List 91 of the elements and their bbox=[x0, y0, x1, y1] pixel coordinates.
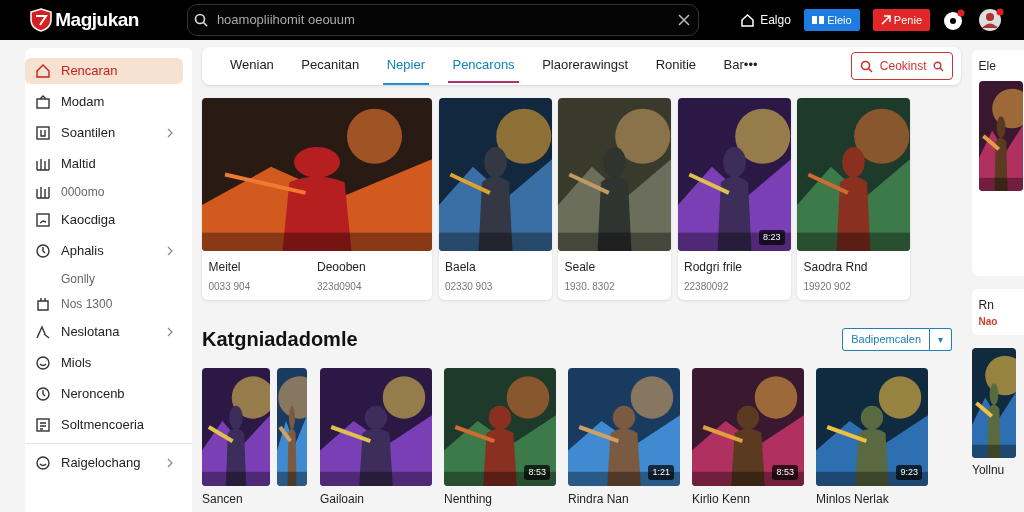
game-title: Baela bbox=[445, 258, 477, 276]
game-tile[interactable]: 1:21 Rindra Nan bbox=[568, 368, 680, 508]
sidebar-item[interactable]: Soantilen bbox=[25, 120, 183, 146]
clock-icon bbox=[35, 386, 51, 402]
game-tile[interactable]: 9:23 Minlos Nerlak bbox=[816, 368, 928, 508]
game-meta: 323d0904 bbox=[317, 279, 363, 294]
sidebar-item[interactable]: Neroncenb bbox=[25, 381, 183, 407]
game-title: Kirlio Kenn bbox=[692, 490, 752, 508]
sidebar-item[interactable]: Modam bbox=[25, 89, 183, 115]
sidebar-item[interactable]: Maltid bbox=[25, 151, 183, 177]
panel-title: Ele bbox=[978, 57, 997, 75]
sidebar-item[interactable]: Neslotana bbox=[25, 319, 183, 345]
tab[interactable]: Bar••• bbox=[719, 47, 762, 85]
game-card[interactable]: Saodra Rnd 19920 902 bbox=[797, 98, 910, 301]
search-icon bbox=[194, 13, 209, 27]
home-icon bbox=[35, 63, 51, 79]
game-tile[interactable]: Sancen bbox=[202, 368, 308, 508]
tab[interactable]: Plaorerawingst bbox=[538, 47, 633, 85]
search-input[interactable]: hoamopliihomit oeouum bbox=[214, 9, 671, 31]
chevron-icon bbox=[167, 327, 173, 337]
game-card[interactable]: Meitel 0033 904 Deooben 323d0904 bbox=[202, 98, 432, 301]
sidebar-item[interactable]: Rencaran bbox=[25, 58, 183, 84]
brand-name: Magjukan bbox=[55, 7, 139, 32]
sidebar-item[interactable]: Aphalis bbox=[25, 238, 183, 264]
house-icon bbox=[740, 13, 754, 27]
chevron-icon bbox=[167, 458, 173, 468]
square-icon bbox=[35, 125, 51, 141]
search-button[interactable]: Ceokinst bbox=[851, 52, 953, 80]
sign-in-button[interactable]: Eleio bbox=[803, 8, 860, 32]
columns-icon bbox=[35, 184, 51, 200]
sidebar-item[interactable]: Kaocdiga bbox=[25, 207, 183, 233]
bag-icon bbox=[35, 296, 51, 312]
shield-logo-icon bbox=[30, 8, 52, 32]
game-card[interactable]: Baela 02330 903 bbox=[438, 98, 552, 301]
box-icon bbox=[35, 94, 51, 110]
search-icon bbox=[860, 59, 874, 73]
chevron-icon bbox=[167, 128, 173, 138]
signup-button[interactable]: Penie bbox=[872, 8, 930, 32]
columns-icon bbox=[35, 156, 51, 172]
search-icon bbox=[933, 60, 944, 72]
game-title: Rindra Nan bbox=[568, 490, 630, 508]
arrow-icon bbox=[880, 15, 891, 25]
tab[interactable]: Pecanitan bbox=[297, 47, 364, 85]
panel-title: Rn bbox=[978, 296, 995, 314]
game-tile[interactable]: 8:53 Nenthing bbox=[444, 368, 556, 508]
game-tile[interactable]: Yollnu bbox=[972, 348, 1024, 480]
game-title: Gailoain bbox=[320, 490, 366, 508]
game-title: Nenthing bbox=[444, 490, 494, 508]
document-icon bbox=[35, 417, 51, 433]
game-title: Meitel bbox=[208, 258, 242, 276]
tab[interactable]: Wenian bbox=[226, 47, 278, 85]
game-meta: 02330 903 bbox=[445, 279, 494, 294]
avatar[interactable] bbox=[978, 8, 1004, 32]
chevron-icon bbox=[167, 246, 173, 256]
game-meta: 19920 902 bbox=[803, 279, 852, 294]
game-title: Saodra Rnd bbox=[803, 258, 869, 276]
game-meta: 0033 904 bbox=[208, 279, 252, 294]
sidebar-item[interactable]: Nos 1300 bbox=[25, 294, 183, 314]
notification-icon[interactable] bbox=[943, 9, 965, 31]
game-title: Rodgri frile bbox=[684, 258, 744, 276]
clock-icon bbox=[35, 243, 51, 259]
game-title: Seale bbox=[564, 258, 597, 276]
panel-note: Nao bbox=[978, 314, 999, 329]
home-link[interactable]: Ealgo bbox=[740, 11, 791, 29]
game-card[interactable]: Seale 1930. 8302 bbox=[558, 98, 671, 301]
game-title: Deooben bbox=[317, 258, 367, 276]
game-tile[interactable]: 8:53 Kirlio Kenn bbox=[692, 368, 804, 508]
game-card[interactable]: 8:23 Rodgri frile 22380092 bbox=[677, 98, 791, 301]
smiley-icon bbox=[35, 455, 51, 471]
sidebar-item[interactable]: Raigelochang bbox=[25, 450, 183, 476]
filter-button[interactable]: Badipemcalen bbox=[842, 328, 930, 351]
tab[interactable]: Pencarons bbox=[448, 47, 519, 85]
clear-icon[interactable] bbox=[677, 13, 692, 27]
game-tile[interactable]: Gailoain bbox=[320, 368, 432, 508]
game-meta: 1930. 8302 bbox=[564, 279, 616, 294]
smiley-icon bbox=[35, 355, 51, 371]
search-field[interactable]: hoamopliihomit oeouum bbox=[186, 4, 699, 36]
game-meta: 22380092 bbox=[684, 279, 730, 294]
chart-icon bbox=[35, 212, 51, 228]
dropdown-button[interactable]: ▾ bbox=[930, 328, 952, 351]
sidebar-item[interactable]: 000omo bbox=[25, 182, 183, 202]
game-title: Sancen bbox=[202, 490, 244, 508]
grid-icon bbox=[811, 15, 824, 25]
game-title: Minlos Nerlak bbox=[816, 490, 890, 508]
sidebar-item[interactable]: Miols bbox=[25, 350, 183, 376]
section-title: Katgniadadomle bbox=[202, 327, 358, 353]
sidebar-item[interactable]: Gonlly bbox=[25, 269, 183, 289]
game-title: Yollnu bbox=[972, 462, 1006, 480]
tab[interactable]: Nepier bbox=[382, 47, 429, 85]
tab[interactable]: Ronitie bbox=[651, 47, 701, 85]
sidebar-item[interactable]: Soltmencoeria bbox=[25, 412, 183, 438]
